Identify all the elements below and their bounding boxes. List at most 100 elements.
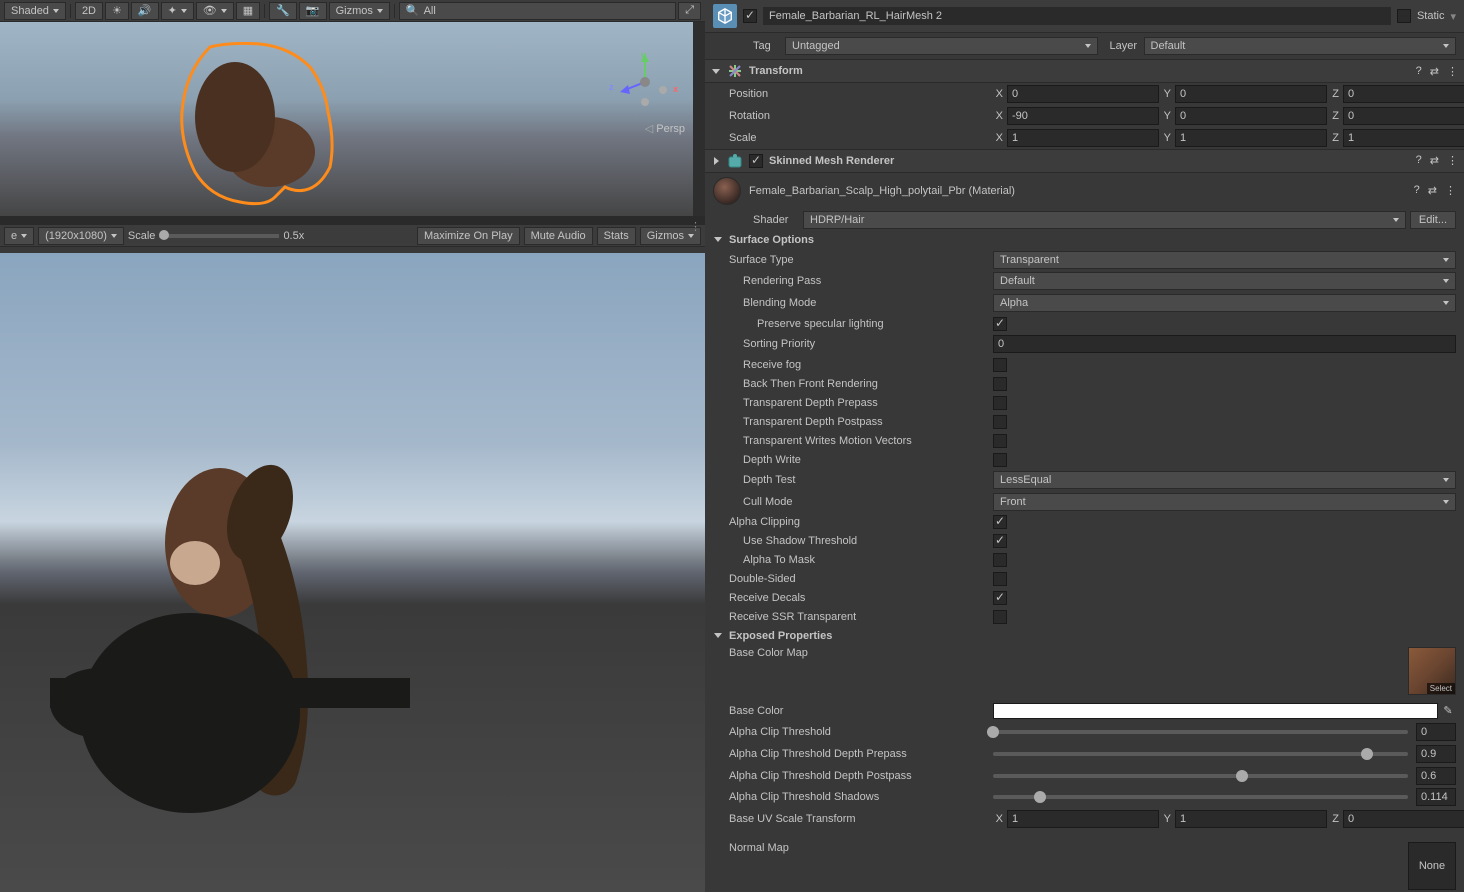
hidden-toggle-icon[interactable]: 👁 [196,2,234,20]
alpha-clip-shadows-slider[interactable] [993,795,1408,799]
alpha-clip-shadows-field[interactable] [1416,788,1456,806]
base-color-label: Base Color [713,705,993,717]
inspector-panel: Static ▾ Tag Untagged Layer Default Tran… [705,0,1464,892]
foldout-icon[interactable] [711,156,721,166]
rotation-y-field[interactable] [1175,107,1327,125]
stats-toggle[interactable]: Stats [597,227,636,245]
alpha-clip-prepass-field[interactable] [1416,745,1456,763]
layer-label: Layer [1102,40,1140,52]
sorting-priority-field[interactable] [993,335,1456,353]
base-color-map-texture[interactable]: Select [1408,647,1456,695]
object-name-field[interactable] [763,7,1391,25]
base-uv-y-field[interactable] [1175,810,1327,828]
menu-icon[interactable]: ⋮ [1445,184,1456,197]
menu-icon[interactable]: ⋮ [1447,154,1458,167]
scene-scrollbar[interactable] [693,22,705,216]
surface-options-header[interactable]: Surface Options [705,231,1464,249]
expand-icon[interactable]: ⤢ [678,2,701,20]
depth-write-checkbox[interactable] [993,453,1007,467]
alpha-clip-threshold-slider[interactable] [993,730,1408,734]
base-uv-z-field[interactable] [1343,810,1464,828]
foldout-icon[interactable] [713,235,723,245]
back-then-front-checkbox[interactable] [993,377,1007,391]
depth-test-label: Depth Test [713,474,993,486]
rendering-pass-dropdown[interactable]: Default [993,272,1456,290]
rotation-x-field[interactable] [1007,107,1159,125]
rendering-pass-label: Rendering Pass [713,275,993,287]
preserve-specular-checkbox[interactable] [993,317,1007,331]
panel-divider[interactable]: ⋮ [0,217,705,225]
base-uv-x-field[interactable] [1007,810,1159,828]
static-checkbox[interactable] [1397,9,1411,23]
scale-y-field[interactable] [1175,129,1327,147]
tag-dropdown[interactable]: Untagged [785,37,1098,55]
position-y-field[interactable] [1175,85,1327,103]
camera-icon[interactable]: 📷 [299,2,327,20]
alpha-clip-threshold-field[interactable] [1416,723,1456,741]
scale-x-field[interactable] [1007,129,1159,147]
scene-gizmo[interactable]: y z x [615,52,675,112]
position-z-field[interactable] [1343,85,1464,103]
alpha-clip-postpass-slider[interactable] [993,774,1408,778]
persp-label[interactable]: ◁ Persp [645,122,685,135]
base-color-swatch[interactable] [993,703,1438,719]
alpha-to-mask-checkbox[interactable] [993,553,1007,567]
alpha-clip-prepass-slider[interactable] [993,752,1408,756]
rotation-z-field[interactable] [1343,107,1464,125]
exposed-properties-header[interactable]: Exposed Properties [705,627,1464,645]
smr-enabled-checkbox[interactable] [749,154,763,168]
cull-mode-dropdown[interactable]: Front [993,493,1456,511]
receive-ssr-checkbox[interactable] [993,610,1007,624]
use-shadow-threshold-checkbox[interactable] [993,534,1007,548]
depth-test-dropdown[interactable]: LessEqual [993,471,1456,489]
receive-fog-checkbox[interactable] [993,358,1007,372]
foldout-icon[interactable] [713,631,723,641]
2d-toggle[interactable]: 2D [75,2,103,20]
scale-z-field[interactable] [1343,129,1464,147]
alpha-clipping-checkbox[interactable] [993,515,1007,529]
blending-mode-dropdown[interactable]: Alpha [993,294,1456,312]
search-field[interactable]: 🔍 All [399,2,676,20]
double-sided-checkbox[interactable] [993,572,1007,586]
maximize-toggle[interactable]: Maximize On Play [417,227,520,245]
fx-toggle-icon[interactable]: ✦ [161,2,194,20]
edit-shader-button[interactable]: Edit... [1410,211,1456,229]
display-dropdown[interactable]: e [4,227,34,245]
material-preview-icon[interactable] [713,177,741,205]
audio-toggle-icon[interactable]: 🔊 [131,2,159,20]
normal-map-texture[interactable]: None [1408,842,1456,890]
mute-toggle[interactable]: Mute Audio [524,227,593,245]
foldout-icon[interactable] [711,66,721,76]
trans-depth-postpass-checkbox[interactable] [993,415,1007,429]
help-icon[interactable]: ? [1416,154,1422,167]
trans-depth-prepass-checkbox[interactable] [993,396,1007,410]
receive-decals-checkbox[interactable] [993,591,1007,605]
trans-motion-vectors-checkbox[interactable] [993,434,1007,448]
resolution-dropdown[interactable]: (1920x1080) [38,227,124,245]
smr-header[interactable]: Skinned Mesh Renderer ? ⇄ ⋮ [705,149,1464,173]
grid-icon[interactable]: ▦ [236,2,260,20]
help-icon[interactable]: ? [1416,65,1422,78]
gameobject-icon[interactable] [713,4,737,28]
alpha-clip-postpass-field[interactable] [1416,767,1456,785]
surface-type-dropdown[interactable]: Transparent [993,251,1456,269]
shading-mode-dropdown[interactable]: Shaded [4,2,66,20]
scale-slider[interactable] [159,234,279,238]
game-view[interactable] [0,253,705,892]
transform-header[interactable]: Transform ? ⇄ ⋮ [705,59,1464,83]
help-icon[interactable]: ? [1414,184,1420,197]
static-dropdown-icon[interactable]: ▾ [1450,10,1456,23]
preset-icon[interactable]: ⇄ [1430,65,1439,78]
lighting-toggle-icon[interactable]: ☀ [105,2,129,20]
layer-dropdown[interactable]: Default [1144,37,1457,55]
menu-icon[interactable]: ⋮ [1447,65,1458,78]
scene-view[interactable]: y z x ◁ Persp [0,22,705,217]
preset-icon[interactable]: ⇄ [1430,154,1439,167]
position-x-field[interactable] [1007,85,1159,103]
eyedropper-icon[interactable]: ✎ [1440,703,1456,719]
active-checkbox[interactable] [743,9,757,23]
shader-dropdown[interactable]: HDRP/Hair [803,211,1406,229]
preset-icon[interactable]: ⇄ [1428,184,1437,197]
gizmos-dropdown[interactable]: Gizmos [329,2,390,20]
tool-icon[interactable]: 🔧 [269,2,297,20]
